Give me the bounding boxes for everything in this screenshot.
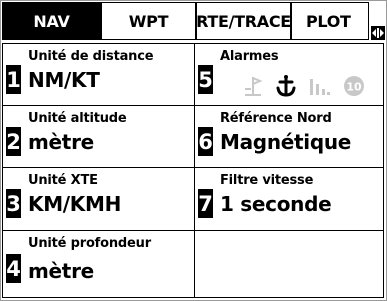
arrival-alarm-icon — [245, 77, 263, 96]
tab-wpt[interactable]: WPT — [101, 2, 196, 40]
setting-label: Unité XTE — [28, 173, 98, 188]
setting-number: 5 — [198, 65, 213, 94]
tab-bar: NAV WPT RTE/TRACE PLOT — [1, 1, 386, 43]
setting-label: Unité altitude — [28, 111, 127, 126]
setting-label: Unité profondeur — [28, 236, 151, 251]
setting-label: Référence Nord — [220, 111, 332, 126]
setting-number: 4 — [6, 254, 21, 283]
anchor-alarm-icon — [276, 75, 296, 97]
setting-value: mètre — [28, 259, 94, 283]
setting-number: 6 — [198, 127, 213, 156]
setting-value: KM/KMH — [28, 192, 122, 216]
setting-xte-unit[interactable]: 3 Unité XTE KM/KMH — [2, 167, 195, 231]
setting-value: Magnétique — [220, 130, 352, 154]
setting-empty-slot — [194, 230, 384, 298]
tab-nav[interactable]: NAV — [2, 2, 101, 40]
setting-north-reference[interactable]: 6 Référence Nord Magnétique — [194, 105, 384, 168]
setting-value: 1 seconde — [220, 192, 332, 216]
setting-depth-unit[interactable]: 4 Unité profondeur mètre — [2, 230, 195, 298]
setting-number: 7 — [198, 189, 213, 218]
speed-alarm-icon: 10 — [344, 76, 364, 96]
setting-altitude-unit[interactable]: 2 Unité altitude mètre — [2, 105, 195, 168]
setting-label: Filtre vitesse — [220, 173, 314, 188]
setting-label: Alarmes — [220, 49, 279, 64]
setting-distance-unit[interactable]: 1 Unité de distance NM/KT — [2, 43, 195, 106]
arrow-left-right-icon[interactable] — [371, 26, 385, 40]
tab-rte-trace[interactable]: RTE/TRACE — [196, 2, 291, 40]
setting-number: 1 — [6, 65, 21, 94]
settings-screen: NAV WPT RTE/TRACE PLOT 1 Unité de distan… — [0, 0, 387, 301]
setting-speed-filter[interactable]: 7 Filtre vitesse 1 seconde — [194, 167, 384, 231]
setting-number: 2 — [6, 127, 21, 156]
speed-alarm-text: 10 — [346, 81, 362, 94]
setting-alarms[interactable]: 5 Alarmes 10 — [194, 43, 384, 106]
depth-alarm-icon — [310, 79, 330, 95]
setting-value: mètre — [28, 130, 94, 154]
setting-number: 3 — [6, 189, 21, 218]
tab-plot[interactable]: PLOT — [291, 2, 369, 40]
setting-label: Unité de distance — [28, 49, 154, 64]
alarm-icons: 10 — [243, 73, 365, 99]
setting-value: NM/KT — [28, 68, 100, 92]
